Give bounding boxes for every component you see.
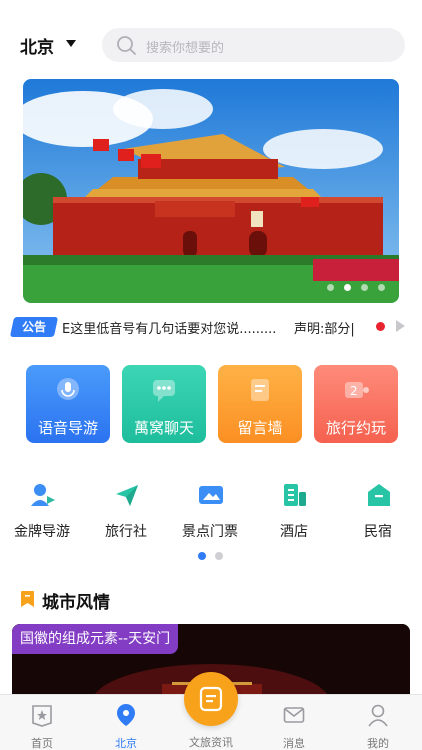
search-input[interactable]: 搜索你想要的	[102, 28, 405, 62]
search-placeholder: 搜索你想要的	[146, 41, 225, 56]
grid-item-hotel[interactable]: 酒店	[252, 478, 336, 548]
svg-text:2: 2	[350, 384, 358, 398]
banner-carousel[interactable]	[23, 79, 399, 303]
notice-dot	[376, 322, 385, 331]
tab-label: 北京	[115, 737, 137, 750]
home-star-icon	[32, 705, 52, 727]
notice-text-secondary[interactable]: 声明:部分|	[294, 318, 368, 337]
grid-item-homestay[interactable]: 民宿	[336, 478, 420, 548]
grid-item-tickets[interactable]: 景点门票	[168, 478, 252, 548]
quick-tiles: 语音导游 萬窝聊天 留言墙 2 旅行约玩	[26, 365, 398, 443]
tab-profile[interactable]: 我的	[336, 695, 420, 750]
banner-dot[interactable]	[361, 284, 368, 291]
grid-page-indicator	[198, 552, 223, 560]
tile-label: 语音导游	[37, 419, 98, 437]
tab-beijing[interactable]: 北京	[84, 695, 168, 750]
caret-down-icon[interactable]	[66, 40, 76, 47]
banner-image	[23, 79, 399, 303]
notice-badge: 公告	[9, 317, 59, 337]
banner-indicator	[327, 284, 385, 291]
grid-label: 民宿	[364, 524, 392, 540]
tile-label: 萬窝聊天	[133, 419, 194, 437]
search-icon	[117, 36, 136, 55]
tile-label: 留言墙	[237, 419, 283, 437]
service-grid: 金牌导游 旅行社 景点门票 酒店 民宿	[0, 478, 422, 548]
top-bar: 北京 搜索你想要的	[0, 0, 422, 80]
page-dot-active[interactable]	[198, 552, 206, 560]
grid-item-travel-agency[interactable]: 旅行社	[84, 478, 168, 548]
tab-label: 首页	[31, 737, 53, 750]
notice-next-icon[interactable]	[396, 320, 405, 332]
tab-news-label: 文旅资讯	[189, 736, 233, 749]
tab-home[interactable]: 首页	[0, 695, 84, 750]
travel-meet-icon: 2	[345, 382, 369, 398]
banner-dot[interactable]	[378, 284, 385, 291]
banner-dot[interactable]	[327, 284, 334, 291]
grid-label: 酒店	[280, 524, 308, 540]
tile-chat[interactable]: 萬窝聊天	[122, 365, 206, 443]
grid-label: 景点门票	[182, 524, 238, 540]
banner-dot-active[interactable]	[344, 284, 351, 291]
grid-label: 金牌导游	[14, 524, 70, 540]
tile-voice-guide[interactable]: 语音导游	[26, 365, 110, 443]
tab-label: 我的	[367, 737, 389, 750]
message-wall-icon	[251, 379, 269, 401]
page-dot[interactable]	[215, 552, 223, 560]
tile-label: 旅行约玩	[325, 419, 386, 437]
notice-text[interactable]: E这里低音号有几句话要对您说.........	[62, 318, 302, 337]
chat-icon	[153, 380, 175, 402]
section-title: 城市风情	[42, 593, 110, 613]
location-pin-icon	[117, 704, 135, 726]
mail-icon	[283, 707, 305, 723]
tile-message-wall[interactable]: 留言墙	[218, 365, 302, 443]
voice-guide-icon	[57, 378, 79, 400]
news-center-button[interactable]	[184, 672, 238, 726]
grid-item-gold-guide[interactable]: 金牌导游	[0, 478, 84, 548]
homestay-house-icon	[368, 484, 390, 506]
profile-icon	[368, 704, 388, 727]
card-tag: 国徽的组成元素--天安门	[12, 624, 179, 654]
tile-travel-meet[interactable]: 2 旅行约玩	[314, 365, 398, 443]
paper-plane-icon	[116, 485, 138, 506]
notice-bar[interactable]: 公告 E这里低音号有几句话要对您说......... 声明:部分|	[9, 316, 410, 338]
news-doc-icon	[199, 686, 223, 712]
hotel-building-icon	[284, 484, 306, 506]
bookmark-icon	[21, 591, 34, 607]
city-selector-label[interactable]: 北京	[20, 33, 54, 58]
ticket-image-icon	[199, 486, 223, 504]
tab-messages[interactable]: 消息	[252, 695, 336, 750]
grid-label: 旅行社	[105, 524, 147, 540]
tab-label: 消息	[283, 737, 305, 750]
guide-person-icon	[31, 484, 55, 506]
